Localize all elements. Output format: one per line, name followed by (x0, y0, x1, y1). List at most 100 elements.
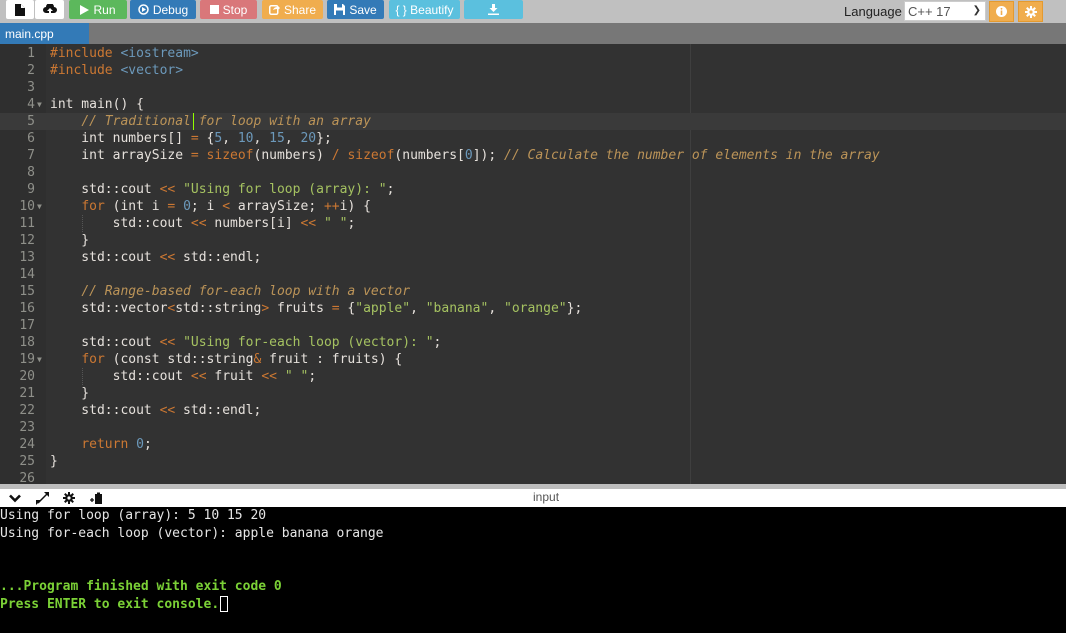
gear-icon (1024, 5, 1037, 18)
code-line[interactable]: 25} (0, 453, 1066, 470)
line-number: 10 (19, 199, 35, 214)
code-line[interactable]: 7 int arraySize = sizeof(numbers) / size… (0, 147, 1066, 164)
code-line[interactable]: 1 #include <iostream> (0, 45, 1066, 62)
code-text: for (int i = 0; i < arraySize; ++i) { (81, 199, 371, 214)
stop-icon (209, 5, 219, 14)
line-number: 25 (19, 454, 35, 469)
expand-console-button[interactable] (33, 490, 51, 506)
collapse-console-button[interactable] (6, 490, 24, 506)
code-text: #include <iostream> (50, 46, 199, 61)
share-icon (268, 5, 280, 15)
tab-label: main.cpp (5, 26, 54, 41)
line-number: 8 (27, 165, 35, 180)
line-number: 2 (27, 63, 35, 78)
code-text: // Traditional for loop with an array (81, 114, 371, 129)
new-file-button[interactable] (6, 0, 34, 19)
code-line[interactable]: 21 } (0, 385, 1066, 402)
paste-icon (89, 492, 102, 504)
chevron-down-icon (9, 494, 21, 502)
save-icon (334, 4, 346, 15)
console-line: Using for loop (array): 5 10 15 20 (0, 508, 267, 523)
console-settings-button[interactable] (60, 490, 78, 506)
debug-button[interactable]: Debug (130, 0, 196, 19)
code-text: } (50, 454, 58, 469)
code-line[interactable]: 9 std::cout << "Using for loop (array): … (0, 181, 1066, 198)
line-number: 26 (19, 471, 35, 484)
code-line[interactable]: 23 (0, 419, 1066, 436)
indent-guide (82, 368, 83, 385)
code-text: std::cout << std::endl; (50, 250, 262, 265)
share-button[interactable]: Share (262, 0, 323, 19)
line-number: 24 (19, 437, 35, 452)
code-text: return 0; (81, 437, 152, 452)
code-line[interactable]: 20 std::cout << fruit << " "; (0, 368, 1066, 385)
line-number: 13 (19, 250, 35, 265)
code-editor[interactable]: 1 #include <iostream> 2 #include <vector> 3 4… (0, 44, 1066, 484)
upload-icon (42, 3, 57, 16)
text-cursor (193, 113, 194, 130)
code-text: int arraySize = sizeof(numbers) / sizeof… (50, 148, 880, 163)
code-text: std::cout << fruit << " "; (50, 369, 317, 384)
code-text: } (50, 233, 90, 248)
fold-toggle-icon[interactable]: ▼ (37, 351, 42, 368)
download-button[interactable] (464, 0, 523, 19)
beautify-button[interactable]: { } Beautify (389, 0, 460, 19)
code-line[interactable]: 18 std::cout << "Using for-each loop (ve… (0, 334, 1066, 351)
run-button[interactable]: Run (69, 0, 127, 19)
code-line[interactable]: 24 return 0; (0, 436, 1066, 453)
line-number: 7 (27, 148, 35, 163)
code-line[interactable]: 10 ▼ for (int i = 0; i < arraySize; ++i) … (0, 198, 1066, 215)
code-text: // Range-based for-each loop with a vect… (81, 284, 411, 299)
language-label: Language (844, 4, 902, 19)
code-line[interactable]: 16 std::vector<std::string> fruits = {"a… (0, 300, 1066, 317)
console-output[interactable]: Using for loop (array): 5 10 15 20 Using … (0, 507, 1066, 633)
code-line[interactable]: 22 std::cout << std::endl; (0, 402, 1066, 419)
line-number: 17 (19, 318, 35, 333)
code-line[interactable]: 15 // Range-based for-each loop with a v… (0, 283, 1066, 300)
code-line[interactable]: 17 (0, 317, 1066, 334)
debug-icon (138, 4, 149, 15)
line-number: 22 (19, 403, 35, 418)
code-line[interactable]: 3 (0, 79, 1066, 96)
file-tab-bar: main.cpp (0, 23, 1066, 44)
tab-main-cpp[interactable]: main.cpp (0, 23, 89, 44)
code-line[interactable]: 12 } (0, 232, 1066, 249)
save-button[interactable]: Save (327, 0, 384, 19)
code-line[interactable]: 14 (0, 266, 1066, 283)
fold-toggle-icon[interactable]: ▼ (37, 96, 42, 113)
download-icon (488, 4, 499, 15)
settings-button[interactable] (1018, 1, 1043, 22)
code-line[interactable]: 11 std::cout << numbers[i] << " "; (0, 215, 1066, 232)
language-select[interactable]: C++ 17 ❯ (904, 1, 986, 21)
code-line[interactable]: 8 (0, 164, 1066, 181)
beautify-label: { } Beautify (395, 2, 454, 17)
code-text: #include <vector> (50, 63, 184, 78)
code-text: int main() { (50, 97, 144, 112)
line-number: 3 (27, 80, 35, 95)
code-text: std::vector<std::string> fruits = {"appl… (50, 301, 583, 316)
line-number: 16 (19, 301, 35, 316)
paste-input-button[interactable] (87, 490, 105, 506)
info-button[interactable] (989, 1, 1014, 22)
line-number: 14 (19, 267, 35, 282)
code-line[interactable]: 4 ▼ int main() { (0, 96, 1066, 113)
code-text: for (const std::string& fruit : fruits) … (81, 352, 403, 367)
expand-icon (35, 491, 49, 505)
code-line[interactable]: 6 int numbers[] = {5, 10, 15, 20}; (0, 130, 1066, 147)
fold-toggle-icon[interactable]: ▼ (37, 198, 42, 215)
code-line[interactable]: 13 std::cout << std::endl; (0, 249, 1066, 266)
code-text: std::cout << "Using for-each loop (vecto… (50, 335, 442, 350)
code-line[interactable]: 2 #include <vector> (0, 62, 1066, 79)
code-text: std::cout << numbers[i] << " "; (50, 216, 356, 231)
code-line[interactable]: 5 // Traditional for loop with an array (0, 113, 1066, 130)
language-selected: C++ 17 (908, 3, 951, 19)
upload-button[interactable] (35, 0, 64, 19)
code-line[interactable]: 26 (0, 470, 1066, 484)
stop-button[interactable]: Stop (200, 0, 257, 19)
line-number: 5 (0, 113, 35, 130)
indent-guide (82, 215, 83, 232)
console-toolbar: input (0, 489, 1066, 507)
code-line[interactable]: 19 ▼ for (const std::string& fruit : frui… (0, 351, 1066, 368)
chevron-down-icon: ❯ (972, 5, 981, 16)
run-label: Run (93, 2, 116, 17)
